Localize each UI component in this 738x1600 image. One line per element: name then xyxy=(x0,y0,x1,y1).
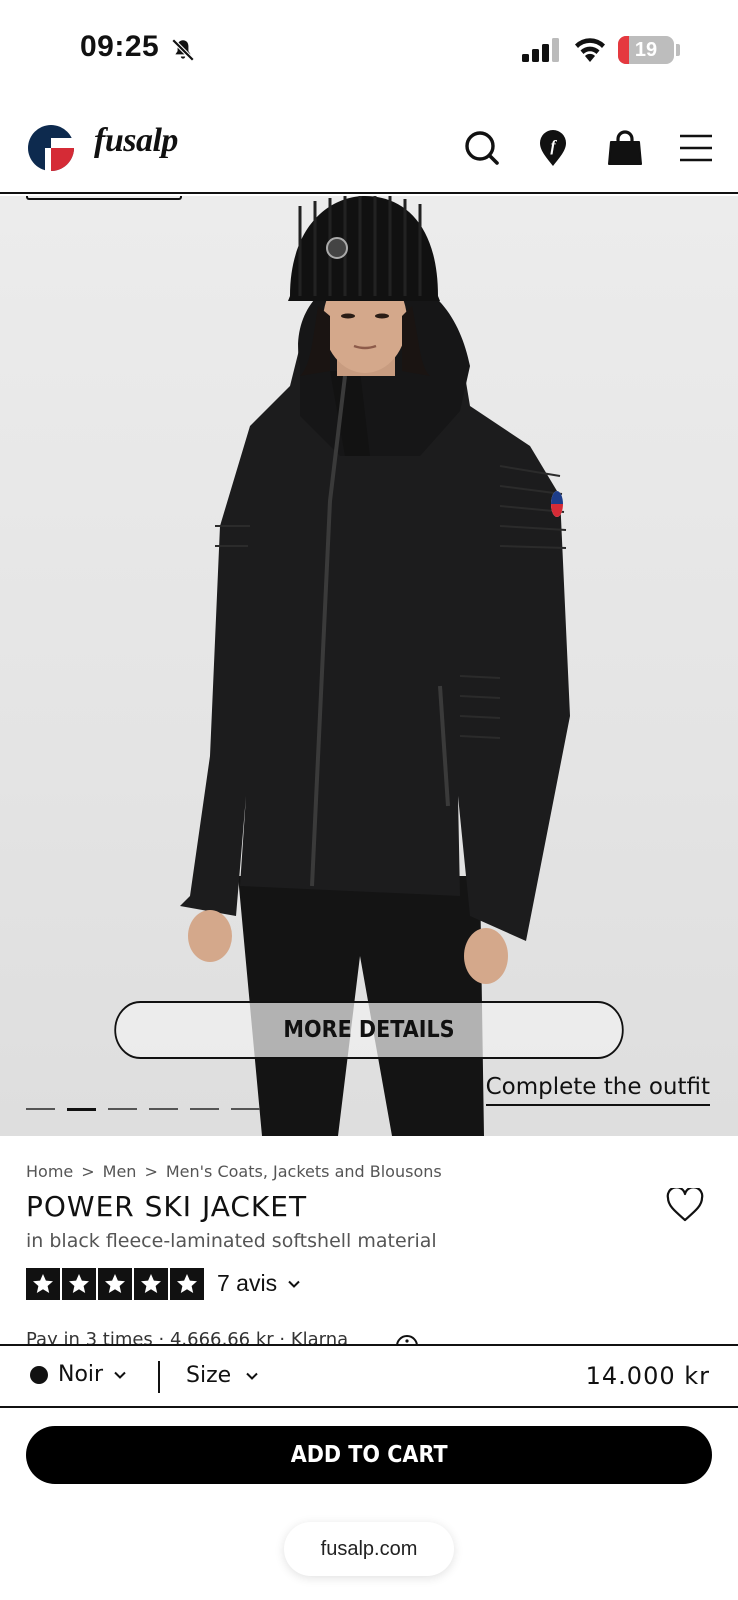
store-locator-icon[interactable]: f xyxy=(533,128,573,168)
add-to-cart-label: ADD TO CART xyxy=(290,1442,448,1468)
carousel-dot[interactable] xyxy=(26,1108,55,1110)
carousel-indicators[interactable] xyxy=(26,1108,260,1111)
product-options-bar: Noir Size 14.000 kr xyxy=(0,1344,738,1408)
bell-slash-icon xyxy=(171,38,195,62)
star-icon xyxy=(62,1268,96,1300)
more-details-button[interactable]: MORE DETAILS xyxy=(114,1001,624,1059)
chevron-down-icon xyxy=(114,1371,126,1379)
chevron-down-icon xyxy=(246,1372,258,1380)
complete-the-outfit-link[interactable]: Complete the outfit xyxy=(485,1074,710,1106)
shopping-bag-icon[interactable] xyxy=(605,128,645,168)
rating-stars[interactable] xyxy=(26,1268,204,1300)
chevron-down-icon xyxy=(288,1280,300,1288)
breadcrumb-item[interactable]: Men xyxy=(103,1162,137,1181)
hero-top-tab xyxy=(26,196,182,200)
battery-cap xyxy=(676,44,680,56)
brand-logo-text[interactable]: fusalp xyxy=(94,122,178,160)
fusalp-logo-icon[interactable] xyxy=(28,125,74,171)
product-photo xyxy=(180,196,570,1136)
color-selector[interactable]: Noir xyxy=(30,1362,127,1387)
product-subtitle: in black fleece-laminated softshell mate… xyxy=(26,1230,437,1252)
breadcrumb-item[interactable]: Home xyxy=(26,1162,73,1181)
selector-divider xyxy=(158,1361,160,1393)
color-swatch xyxy=(30,1365,48,1384)
search-icon[interactable] xyxy=(462,128,502,168)
wifi-icon xyxy=(575,38,605,62)
status-bar: 09:25 19 xyxy=(0,0,738,100)
star-icon xyxy=(26,1268,60,1300)
menu-icon[interactable] xyxy=(676,128,716,168)
reviews-dropdown[interactable]: 7 avis xyxy=(217,1270,301,1297)
carousel-dot[interactable] xyxy=(108,1108,137,1110)
size-selector[interactable]: Size xyxy=(186,1363,259,1388)
carousel-dot[interactable] xyxy=(190,1108,219,1110)
site-header: fusalp f xyxy=(0,100,738,194)
carousel-dot[interactable] xyxy=(231,1108,260,1110)
status-time: 09:25 xyxy=(80,30,160,63)
carousel-dot[interactable] xyxy=(67,1108,96,1111)
breadcrumb-item[interactable]: Men's Coats, Jackets and Blousons xyxy=(166,1162,442,1181)
color-label: Noir xyxy=(58,1362,104,1387)
carousel-dot[interactable] xyxy=(149,1108,178,1110)
star-icon xyxy=(170,1268,204,1300)
size-label: Size xyxy=(186,1363,232,1388)
product-price: 14.000 kr xyxy=(585,1362,710,1390)
battery-level-text: 19 xyxy=(634,39,658,61)
wishlist-heart-icon[interactable] xyxy=(666,1188,704,1222)
star-icon xyxy=(134,1268,168,1300)
add-to-cart-button[interactable]: ADD TO CART xyxy=(26,1426,712,1484)
battery-indicator: 19 xyxy=(618,36,674,64)
browser-url-bar[interactable]: fusalp.com xyxy=(284,1522,454,1576)
breadcrumb: Home > Men > Men's Coats, Jackets and Blouso… xyxy=(26,1162,442,1181)
cellular-signal-icon xyxy=(522,38,559,62)
star-icon xyxy=(98,1268,132,1300)
product-title: POWER SKI JACKET xyxy=(26,1190,308,1223)
product-image-carousel[interactable]: MORE DETAILS Complete the outfit xyxy=(0,196,738,1136)
reviews-label: 7 avis xyxy=(217,1270,278,1296)
breadcrumb-separator: > xyxy=(81,1162,95,1181)
breadcrumb-separator: > xyxy=(144,1162,158,1181)
